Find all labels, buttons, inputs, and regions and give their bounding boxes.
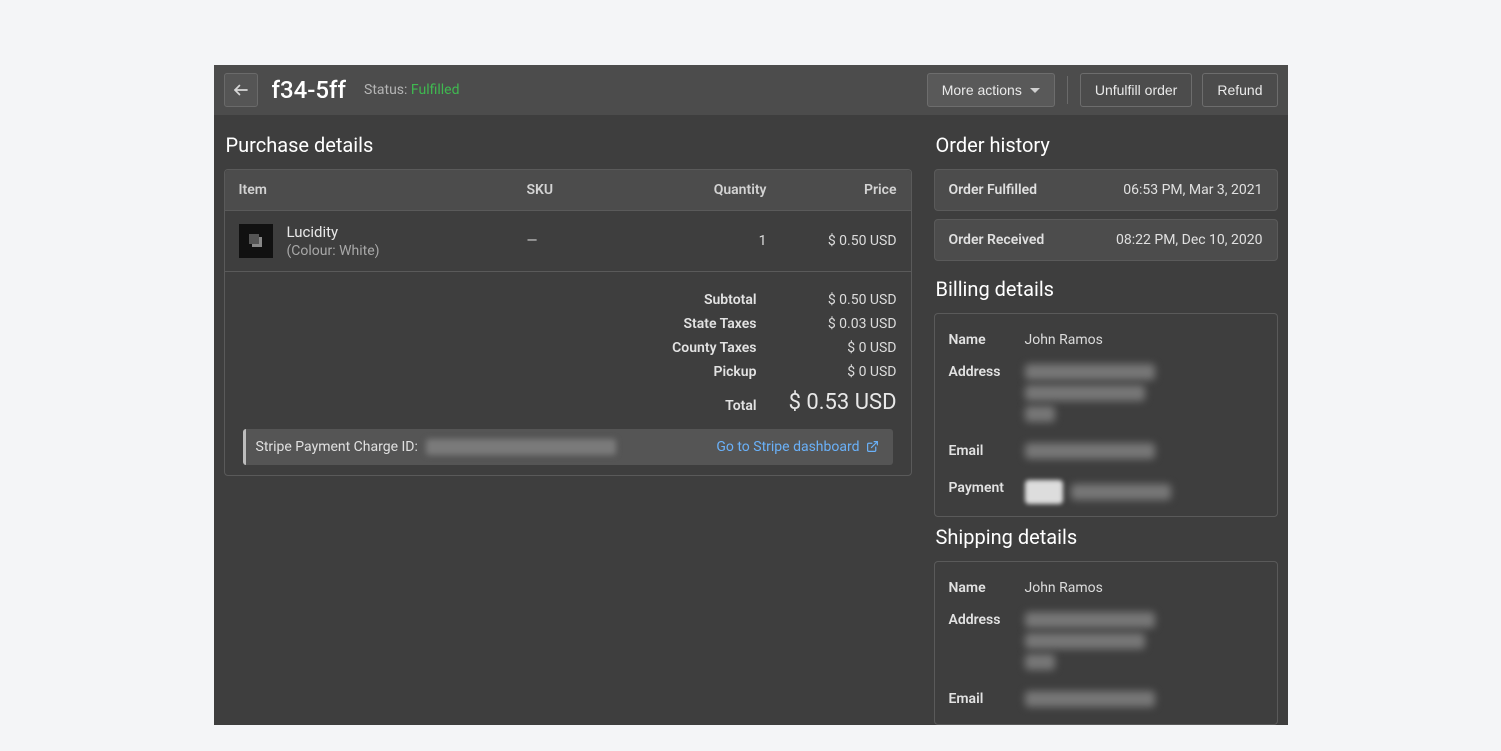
col-price: Price xyxy=(767,182,897,198)
product-variant: (Colour: White) xyxy=(287,243,527,259)
divider xyxy=(1067,76,1068,104)
billing-card: Name John Ramos Address Email Paym xyxy=(934,313,1278,517)
col-sku: SKU xyxy=(527,182,647,198)
header-actions: More actions Unfulfill order Refund xyxy=(927,73,1278,107)
back-button[interactable] xyxy=(224,73,258,107)
line-price: $ 0.50 USD xyxy=(767,233,897,249)
order-id: f34-5ff xyxy=(272,76,347,104)
shipping-email-row: Email xyxy=(949,683,1263,720)
stripe-link-text: Go to Stripe dashboard xyxy=(716,439,859,455)
shipping-name-row: Name John Ramos xyxy=(949,572,1263,604)
billing-email-row: Email xyxy=(949,435,1263,472)
line-qty: 1 xyxy=(647,233,767,249)
shipping-address-redacted xyxy=(1025,612,1263,675)
totals-section: Subtotal $ 0.50 USD State Taxes $ 0.03 U… xyxy=(225,272,911,475)
history-time: 08:22 PM, Dec 10, 2020 xyxy=(1116,232,1262,248)
purchase-table-header: Item SKU Quantity Price xyxy=(225,170,911,211)
more-actions-button[interactable]: More actions xyxy=(927,73,1055,107)
total-value: $ 0.53 USD xyxy=(787,388,897,415)
county-tax-label: County Taxes xyxy=(672,340,756,356)
external-link-icon xyxy=(866,440,879,453)
billing-name-value: John Ramos xyxy=(1025,332,1263,348)
billing-payment-redacted xyxy=(1025,480,1263,504)
total-row: Total $ 0.53 USD xyxy=(239,384,897,419)
arrow-left-icon xyxy=(232,81,250,99)
billing-name-row: Name John Ramos xyxy=(949,324,1263,356)
stripe-charge-id-redacted xyxy=(426,439,616,455)
history-item: Order Fulfilled 06:53 PM, Mar 3, 2021 xyxy=(934,169,1278,211)
line-sku: — xyxy=(527,233,647,249)
history-item: Order Received 08:22 PM, Dec 10, 2020 xyxy=(934,219,1278,261)
order-status: Status: Fulfilled xyxy=(364,82,913,98)
purchase-details-title: Purchase details xyxy=(224,125,912,169)
state-tax-row: State Taxes $ 0.03 USD xyxy=(239,312,897,336)
county-tax-value: $ 0 USD xyxy=(787,340,897,356)
billing-details-title: Billing details xyxy=(934,269,1278,313)
unfulfill-button[interactable]: Unfulfill order xyxy=(1080,73,1192,107)
shipping-name-value: John Ramos xyxy=(1025,580,1263,596)
more-actions-label: More actions xyxy=(942,82,1022,98)
purchase-card: Item SKU Quantity Price Lucidity (Colour… xyxy=(224,169,912,476)
subtotal-label: Subtotal xyxy=(704,292,757,308)
stripe-dashboard-link[interactable]: Go to Stripe dashboard xyxy=(716,439,878,455)
status-label: Status: xyxy=(364,82,407,98)
billing-address-label: Address xyxy=(949,364,1011,427)
billing-email-label: Email xyxy=(949,443,1011,464)
billing-payment-label: Payment xyxy=(949,480,1011,504)
billing-payment-row: Payment xyxy=(949,472,1263,512)
stripe-charge-label: Stripe Payment Charge ID: xyxy=(256,439,418,455)
panel-header: f34-5ff Status: Fulfilled More actions U… xyxy=(214,65,1288,115)
billing-email-redacted xyxy=(1025,443,1263,464)
pickup-row: Pickup $ 0 USD xyxy=(239,360,897,384)
subtotal-value: $ 0.50 USD xyxy=(787,292,897,308)
shipping-address-label: Address xyxy=(949,612,1011,675)
product-thumbnail[interactable] xyxy=(239,224,273,258)
shipping-details-title: Shipping details xyxy=(934,517,1278,561)
total-label: Total xyxy=(725,388,756,415)
refund-button[interactable]: Refund xyxy=(1202,73,1277,107)
billing-address-row: Address xyxy=(949,356,1263,435)
billing-name-label: Name xyxy=(949,332,1011,348)
billing-address-redacted xyxy=(1025,364,1263,427)
pickup-label: Pickup xyxy=(714,364,757,380)
shipping-card: Name John Ramos Address Email xyxy=(934,561,1278,725)
subtotal-row: Subtotal $ 0.50 USD xyxy=(239,288,897,312)
col-item: Item xyxy=(239,182,527,198)
shipping-address-row: Address xyxy=(949,604,1263,683)
status-value: Fulfilled xyxy=(411,82,460,98)
col-qty: Quantity xyxy=(647,182,767,198)
state-tax-label: State Taxes xyxy=(684,316,757,332)
history-label: Order Received xyxy=(949,232,1045,248)
order-history-title: Order history xyxy=(934,125,1278,169)
product-name: Lucidity xyxy=(287,223,527,243)
caret-down-icon xyxy=(1030,88,1040,93)
line-item: Lucidity (Colour: White) — 1 $ 0.50 USD xyxy=(225,211,911,272)
shipping-name-label: Name xyxy=(949,580,1011,596)
right-column: Order history Order Fulfilled 06:53 PM, … xyxy=(934,125,1278,725)
state-tax-value: $ 0.03 USD xyxy=(787,316,897,332)
panel-content: Purchase details Item SKU Quantity Price… xyxy=(214,115,1288,725)
shipping-email-redacted xyxy=(1025,691,1263,712)
order-panel: f34-5ff Status: Fulfilled More actions U… xyxy=(214,65,1288,725)
pickup-value: $ 0 USD xyxy=(787,364,897,380)
left-column: Purchase details Item SKU Quantity Price… xyxy=(224,125,912,725)
shipping-email-label: Email xyxy=(949,691,1011,712)
history-label: Order Fulfilled xyxy=(949,182,1038,198)
history-time: 06:53 PM, Mar 3, 2021 xyxy=(1123,182,1262,198)
county-tax-row: County Taxes $ 0 USD xyxy=(239,336,897,360)
stripe-charge-bar: Stripe Payment Charge ID: Go to Stripe d… xyxy=(243,429,893,465)
